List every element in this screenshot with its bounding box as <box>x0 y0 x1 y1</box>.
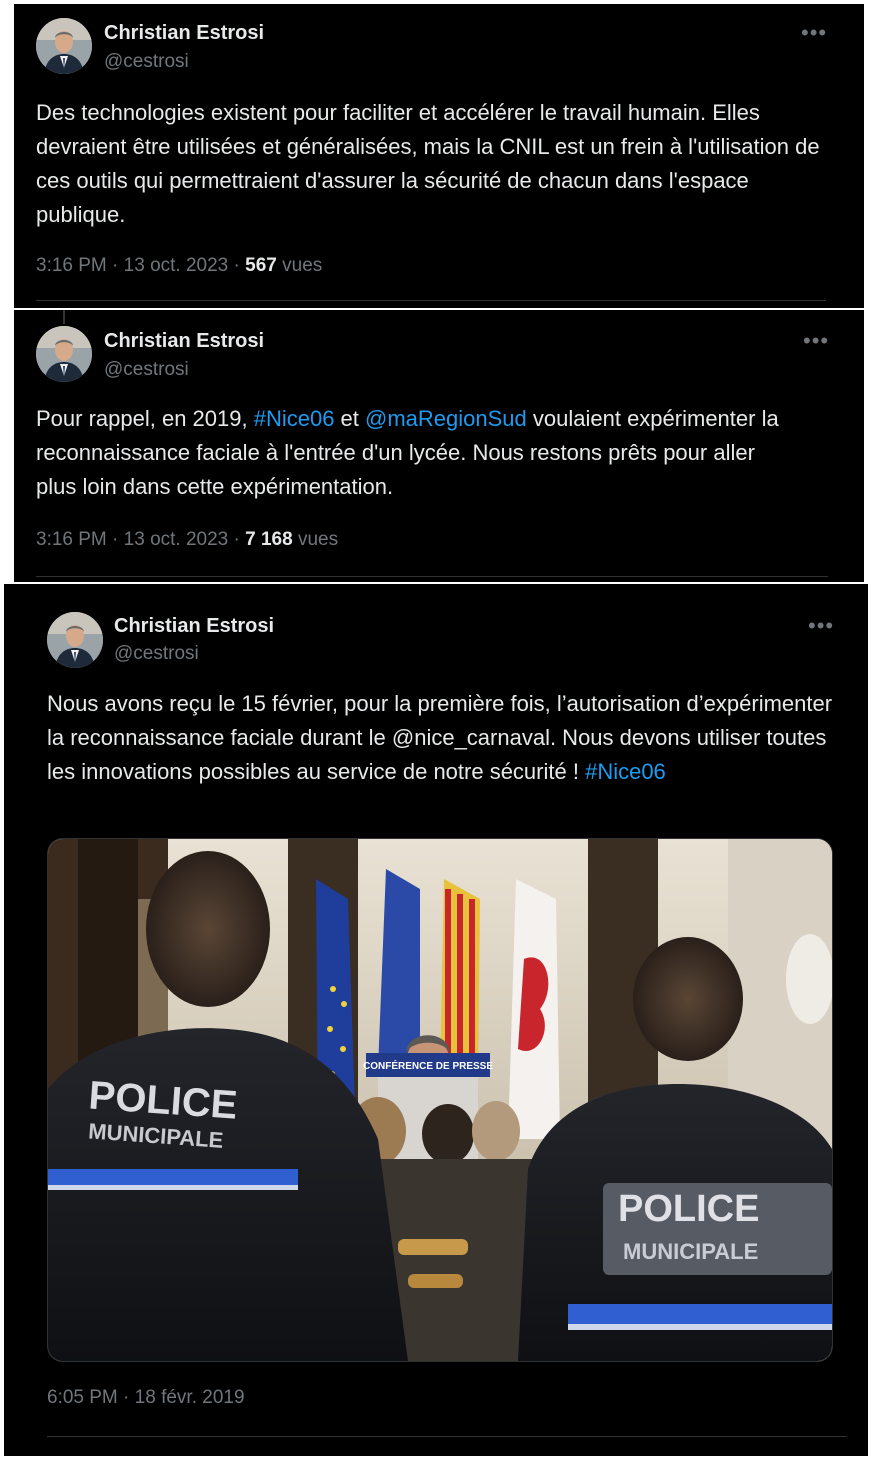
hashtag-link[interactable]: #Nice06 <box>585 759 666 784</box>
text-segment: et <box>334 406 366 431</box>
avatar[interactable] <box>36 18 92 74</box>
tweet-date[interactable]: 13 oct. 2023 <box>124 255 229 276</box>
tweet[interactable]: Christian Estrosi @cestrosi ••• Des tech… <box>14 4 864 308</box>
press-conference-photo: CONFÉRENCE DE PRESSE POLICE MUNICIPALE P… <box>48 839 832 1361</box>
tweet-time[interactable]: 3:16 PM <box>36 529 107 550</box>
meta-separator: · <box>233 529 240 550</box>
author-name[interactable]: Christian Estrosi <box>104 330 264 353</box>
tweet[interactable]: Christian Estrosi @cestrosi ••• Pour rap… <box>14 310 864 582</box>
profile-photo <box>47 612 103 668</box>
more-horizontal-icon[interactable]: ••• <box>808 615 834 637</box>
tweet-text: Pour rappel, en 2019, #Nice06 et @maRegi… <box>36 402 796 504</box>
more-horizontal-icon[interactable]: ••• <box>801 22 827 44</box>
text-segment: Nous avons reçu le 15 février, pour la p… <box>47 691 833 784</box>
divider <box>47 1436 847 1437</box>
tweet-text: Des technologies existent pour faciliter… <box>36 100 820 227</box>
view-count: 7 168 <box>245 529 293 550</box>
views-label: vues <box>297 529 339 550</box>
hashtag-link[interactable]: #Nice06 <box>254 406 335 431</box>
tweet[interactable]: Christian Estrosi @cestrosi ••• Nous avo… <box>4 584 868 1456</box>
tweet-photo[interactable]: CONFÉRENCE DE PRESSE POLICE MUNICIPALE P… <box>47 838 833 1362</box>
author-name[interactable]: Christian Estrosi <box>104 22 264 45</box>
thread-connector <box>63 310 65 324</box>
jacket-print-right-sub: MUNICIPALE <box>623 1239 758 1264</box>
meta-separator: · <box>123 1387 130 1408</box>
divider <box>36 300 826 301</box>
author-handle[interactable]: @cestrosi <box>114 643 199 665</box>
divider <box>36 576 828 577</box>
jacket-print-right: POLICE <box>618 1188 759 1230</box>
author-handle[interactable]: @cestrosi <box>104 51 189 73</box>
author-handle[interactable]: @cestrosi <box>104 359 189 381</box>
tweet-date[interactable]: 18 févr. 2019 <box>135 1387 245 1408</box>
more-horizontal-icon[interactable]: ••• <box>803 330 829 352</box>
text-segment: Pour rappel, en 2019, <box>36 406 254 431</box>
tweet-date[interactable]: 13 oct. 2023 <box>124 529 229 550</box>
meta-separator: · <box>112 255 119 276</box>
tweet-meta: 3:16 PM · 13 oct. 2023 · 7 168 vues <box>36 529 338 551</box>
tweet-text: Nous avons reçu le 15 février, pour la p… <box>47 687 847 789</box>
podium-sign: CONFÉRENCE DE PRESSE <box>363 1059 493 1072</box>
tweet-meta: 3:16 PM · 13 oct. 2023 · 567 vues <box>36 255 322 277</box>
tweet-meta: 6:05 PM · 18 févr. 2019 <box>47 1387 245 1409</box>
author-name[interactable]: Christian Estrosi <box>114 615 274 638</box>
profile-photo <box>36 18 92 74</box>
mention-link[interactable]: @maRegionSud <box>365 406 527 431</box>
view-count: 567 <box>245 255 277 276</box>
tweet-time[interactable]: 3:16 PM <box>36 255 107 276</box>
meta-separator: · <box>233 255 240 276</box>
avatar[interactable] <box>36 326 92 382</box>
meta-separator: · <box>112 529 119 550</box>
views-label: vues <box>282 255 323 276</box>
avatar[interactable] <box>47 612 103 668</box>
profile-photo <box>36 326 92 382</box>
tweet-time[interactable]: 6:05 PM <box>47 1387 118 1408</box>
